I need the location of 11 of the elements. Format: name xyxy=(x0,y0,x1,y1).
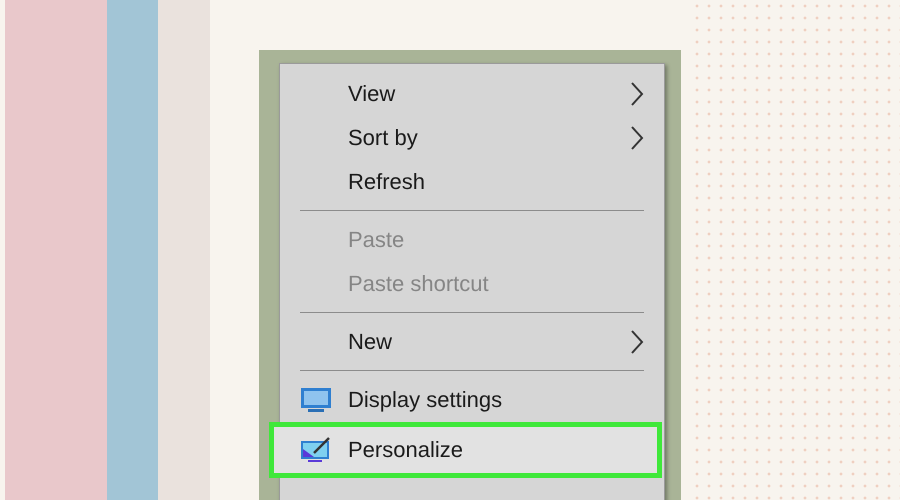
menu-item[interactable]: View xyxy=(280,72,664,116)
menu-item[interactable]: Personalize xyxy=(269,422,662,478)
chevron-right-icon xyxy=(630,81,644,107)
monitor-pen-icon xyxy=(300,437,332,463)
menu-item[interactable]: Display settings xyxy=(280,378,664,422)
chevron-right-icon xyxy=(630,329,644,355)
monitor-icon xyxy=(300,387,332,413)
menu-item[interactable]: Sort by xyxy=(280,116,664,160)
menu-item[interactable]: New xyxy=(280,320,664,364)
menu-item[interactable]: Refresh xyxy=(280,160,664,204)
chevron-right-icon xyxy=(630,125,644,151)
